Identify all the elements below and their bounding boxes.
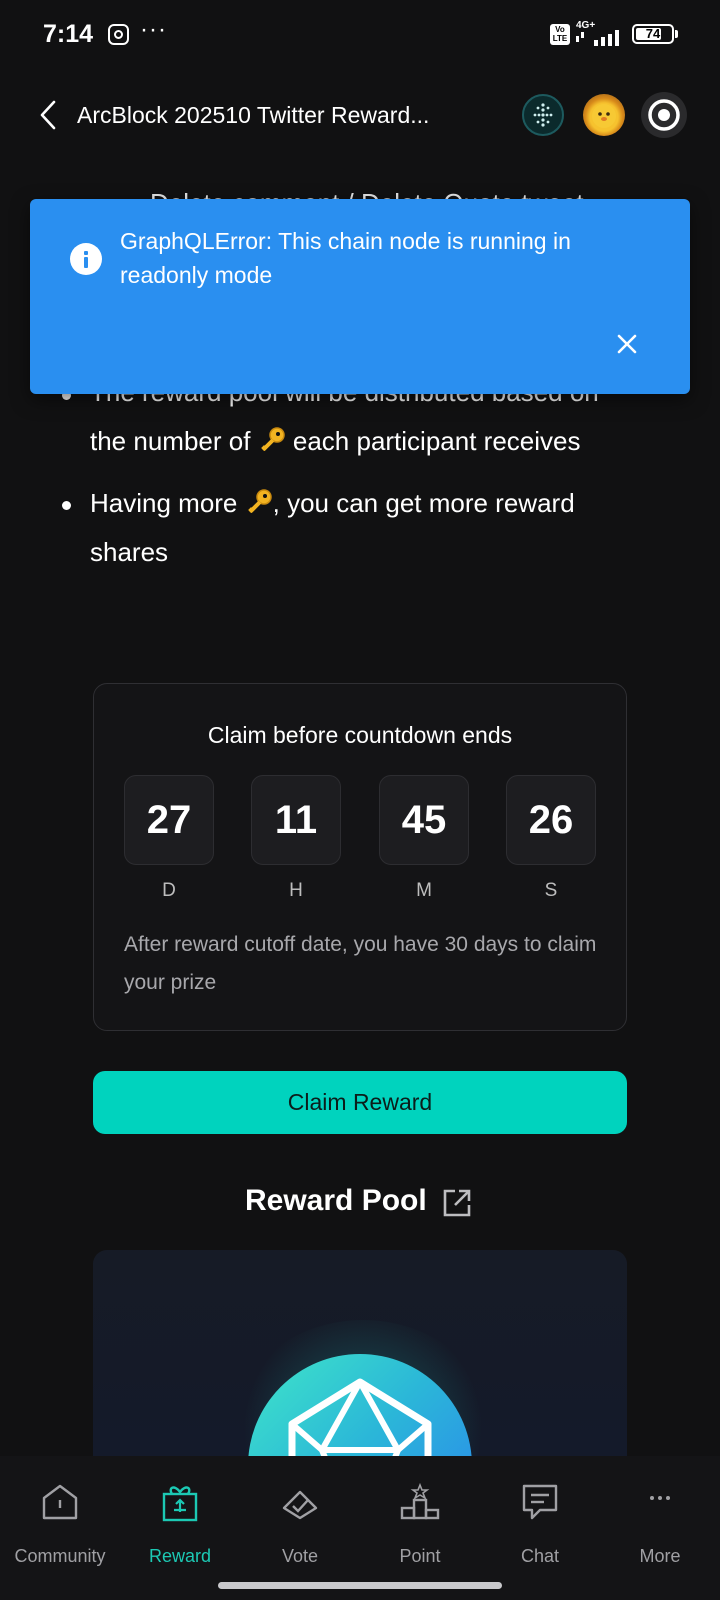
reward-pool-title: Reward Pool — [245, 1184, 427, 1217]
more-icon — [650, 1496, 670, 1500]
nav-vote[interactable]: Vote — [240, 1456, 360, 1576]
external-link-icon[interactable] — [442, 1188, 472, 1218]
error-message: GraphQLError: This chain node is running… — [120, 228, 571, 288]
countdown-card: Claim before countdown ends 27 D 11 H 45… — [93, 683, 627, 1031]
rule-line: Having more , you can get more reward — [90, 488, 575, 519]
nav-label: Reward — [148, 1546, 212, 1566]
nav-point[interactable]: Point — [360, 1456, 480, 1576]
page-title: ArcBlock 202510 Twitter Reward... — [77, 102, 430, 128]
nav-community[interactable]: Community — [0, 1456, 120, 1576]
key-icon — [247, 489, 272, 513]
countdown-seconds-label: S — [544, 880, 558, 901]
status-time: 7:14 — [43, 20, 94, 48]
countdown-hours-label: H — [289, 880, 303, 901]
nav-reward[interactable]: Reward — [120, 1456, 240, 1576]
countdown-days: 27 — [124, 775, 214, 865]
podium-icon — [400, 1482, 440, 1520]
rule-text: the number of — [90, 426, 258, 456]
back-icon[interactable] — [36, 98, 66, 132]
claim-reward-button[interactable]: Claim Reward — [93, 1071, 627, 1134]
bottom-navigation: Community Reward Vote Point Chat More — [0, 1456, 720, 1600]
close-icon[interactable] — [612, 329, 642, 359]
nav-label: Point — [399, 1546, 441, 1566]
rule-line: shares — [90, 537, 169, 567]
countdown-hours: 11 — [251, 775, 341, 865]
chat-icon — [522, 1484, 558, 1520]
volte-icon: Vo LTE — [550, 24, 570, 45]
countdown-days-label: D — [162, 880, 176, 901]
instagram-icon — [108, 24, 129, 45]
nav-label: Chat — [520, 1546, 560, 1566]
battery-tip — [675, 30, 678, 38]
nav-label: Vote — [281, 1546, 319, 1566]
bullet-dot — [62, 501, 71, 510]
reward-pool-card — [93, 1250, 627, 1456]
rule-text: , you can get more reward — [272, 488, 575, 518]
rule-text: Having more — [90, 488, 245, 518]
claim-note: After reward cutoff date, you have 30 da… — [124, 933, 597, 994]
rule-text: each participant receives — [285, 426, 581, 456]
battery-level: 74 — [645, 26, 661, 41]
community-logo-icon[interactable] — [522, 94, 564, 136]
countdown-minutes: 45 — [379, 775, 469, 865]
error-banner: GraphQLError: This chain node is running… — [30, 199, 690, 394]
app-header: ArcBlock 202510 Twitter Reward... — [0, 80, 720, 150]
countdown-title: Claim before countdown ends — [207, 722, 513, 748]
countdown-minutes-label: M — [416, 880, 432, 901]
arcblock-token-icon — [248, 1354, 472, 1456]
user-avatar[interactable] — [583, 94, 625, 136]
vote-icon — [282, 1490, 318, 1520]
nav-label: More — [639, 1546, 681, 1566]
nav-label: Community — [14, 1546, 106, 1566]
more-notifications-icon: ··· — [140, 16, 167, 43]
record-icon[interactable] — [641, 92, 687, 138]
battery-icon: 74 — [632, 24, 674, 44]
status-bar: 7:14 ··· Vo LTE 4G+ 74 — [0, 0, 720, 70]
signal-icon — [576, 30, 619, 46]
rule-line: the number of each participant receives — [90, 426, 580, 457]
countdown-seconds: 26 — [506, 775, 596, 865]
community-icon — [42, 1484, 78, 1520]
info-icon — [70, 243, 102, 275]
nav-chat[interactable]: Chat — [480, 1456, 600, 1576]
gift-icon — [162, 1486, 198, 1522]
nav-more[interactable]: More — [600, 1456, 720, 1576]
home-indicator[interactable] — [218, 1582, 502, 1589]
key-icon — [260, 427, 285, 451]
